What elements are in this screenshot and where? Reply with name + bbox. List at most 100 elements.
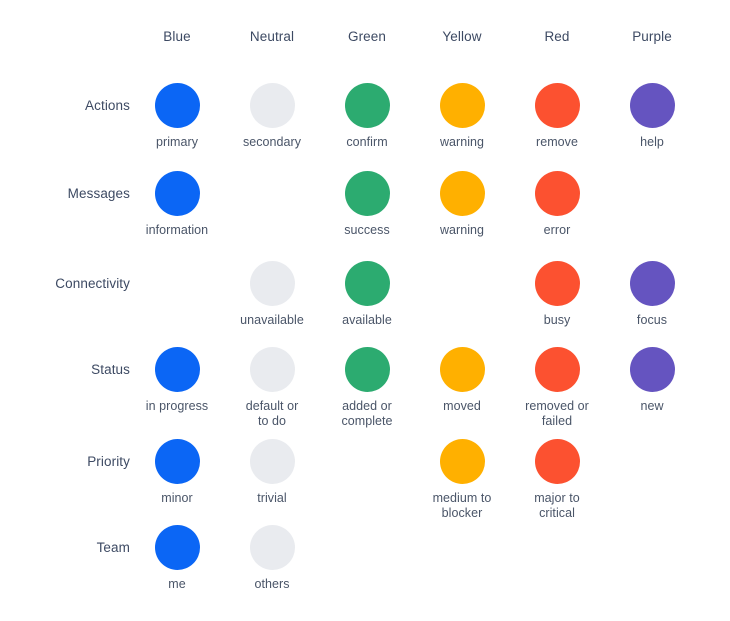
swatch-caption: default or to do — [245, 399, 299, 428]
swatch-wrapper — [130, 439, 225, 484]
column-header-yellow: Yellow — [442, 29, 482, 44]
color-swatch-yellow-circle-icon[interactable] — [439, 439, 485, 484]
cell-priority-red[interactable]: major to critical — [510, 439, 605, 521]
cell-connectivity-red[interactable]: busy — [510, 261, 605, 328]
row-label-priority: Priority — [87, 454, 130, 469]
color-swatch-red-circle-icon[interactable] — [534, 439, 580, 484]
cell-team-neutral[interactable]: others — [225, 525, 320, 592]
cell-status-green[interactable]: added or complete — [320, 347, 415, 429]
cell-status-purple[interactable]: new — [605, 347, 700, 414]
swatch-caption: medium to blocker — [432, 491, 492, 520]
cell-priority-yellow[interactable]: medium to blocker — [415, 439, 510, 521]
column-header-purple: Purple — [632, 29, 672, 44]
cell-messages-neutral — [225, 171, 320, 223]
swatch-wrapper — [605, 347, 700, 392]
color-swatch-yellow-circle-icon[interactable] — [439, 171, 485, 216]
cell-actions-purple[interactable]: help — [605, 83, 700, 150]
row-label-messages: Messages — [67, 186, 130, 201]
cell-actions-yellow[interactable]: warning — [415, 83, 510, 150]
swatch-caption: moved — [443, 399, 481, 413]
swatch-wrapper — [320, 83, 415, 128]
swatch-wrapper — [415, 439, 510, 484]
cell-priority-purple — [605, 439, 700, 491]
swatch-caption: minor — [161, 491, 193, 505]
color-swatch-neutral-circle-icon[interactable] — [249, 83, 295, 128]
swatch-caption: major to critical — [534, 491, 580, 520]
cell-status-red[interactable]: removed or failed — [510, 347, 605, 429]
cell-team-blue[interactable]: me — [130, 525, 225, 592]
cell-connectivity-neutral[interactable]: unavailable — [225, 261, 320, 328]
swatch-caption: confirm — [346, 135, 388, 149]
cell-priority-blue[interactable]: minor — [130, 439, 225, 506]
swatch-caption: information — [145, 223, 209, 237]
cell-messages-yellow[interactable]: warning — [415, 171, 510, 238]
swatch-caption: in progress — [145, 399, 209, 413]
cell-status-neutral[interactable]: default or to do — [225, 347, 320, 429]
color-swatch-purple-circle-icon[interactable] — [629, 83, 675, 128]
column-header-neutral: Neutral — [249, 29, 295, 44]
cell-actions-green[interactable]: confirm — [320, 83, 415, 150]
cell-connectivity-green[interactable]: available — [320, 261, 415, 328]
swatch-caption: busy — [543, 313, 571, 327]
swatch-caption: primary — [155, 135, 199, 149]
color-swatch-yellow-circle-icon[interactable] — [439, 347, 485, 392]
color-swatch-blue-circle-icon[interactable] — [154, 171, 200, 216]
color-swatch-neutral-circle-icon[interactable] — [249, 347, 295, 392]
swatch-wrapper — [225, 525, 320, 570]
swatch-caption: success — [344, 223, 390, 237]
color-swatch-green-circle-icon[interactable] — [344, 347, 390, 392]
swatch-caption: warning — [439, 223, 485, 237]
swatch-wrapper — [130, 525, 225, 570]
color-swatch-red-circle-icon[interactable] — [534, 83, 580, 128]
cell-actions-blue[interactable]: primary — [130, 83, 225, 150]
color-swatch-neutral-circle-icon[interactable] — [249, 261, 295, 306]
cell-connectivity-purple[interactable]: focus — [605, 261, 700, 328]
swatch-wrapper — [225, 347, 320, 392]
cell-messages-red[interactable]: error — [510, 171, 605, 238]
color-swatch-yellow-circle-icon[interactable] — [439, 83, 485, 128]
color-swatch-purple-circle-icon[interactable] — [629, 261, 675, 306]
color-swatch-neutral-circle-icon[interactable] — [249, 525, 295, 570]
swatch-caption: me — [168, 577, 186, 591]
swatch-wrapper — [130, 347, 225, 392]
swatch-wrapper — [130, 171, 225, 216]
swatch-wrapper — [510, 83, 605, 128]
cell-status-yellow[interactable]: moved — [415, 347, 510, 414]
swatch-caption: remove — [536, 135, 578, 149]
swatch-wrapper — [320, 171, 415, 216]
color-swatch-purple-circle-icon[interactable] — [629, 347, 675, 392]
swatch-wrapper — [225, 439, 320, 484]
swatch-caption: available — [342, 313, 392, 327]
swatch-caption: focus — [636, 313, 668, 327]
cell-team-purple — [605, 525, 700, 577]
swatch-caption: others — [254, 577, 290, 591]
cell-actions-red[interactable]: remove — [510, 83, 605, 150]
color-swatch-blue-circle-icon[interactable] — [154, 525, 200, 570]
color-swatch-green-circle-icon[interactable] — [344, 261, 390, 306]
color-swatch-green-circle-icon[interactable] — [344, 83, 390, 128]
swatch-caption: trivial — [257, 491, 287, 505]
cell-priority-neutral[interactable]: trivial — [225, 439, 320, 506]
color-swatch-red-circle-icon[interactable] — [534, 261, 580, 306]
cell-actions-neutral[interactable]: secondary — [225, 83, 320, 150]
color-swatch-neutral-circle-icon[interactable] — [249, 439, 295, 484]
color-swatch-red-circle-icon[interactable] — [534, 171, 580, 216]
cell-team-green — [320, 525, 415, 577]
color-swatch-green-circle-icon[interactable] — [344, 171, 390, 216]
column-header-red: Red — [544, 29, 570, 44]
color-swatch-red-circle-icon[interactable] — [534, 347, 580, 392]
cell-team-red — [510, 525, 605, 577]
color-swatch-blue-circle-icon[interactable] — [154, 83, 200, 128]
cell-status-blue[interactable]: in progress — [130, 347, 225, 414]
swatch-caption: new — [640, 399, 664, 413]
swatch-wrapper — [320, 347, 415, 392]
color-swatch-blue-circle-icon[interactable] — [154, 439, 200, 484]
swatch-caption: warning — [439, 135, 485, 149]
color-swatch-blue-circle-icon[interactable] — [154, 347, 200, 392]
swatch-wrapper — [225, 261, 320, 306]
swatch-caption: removed or failed — [525, 399, 589, 428]
swatch-caption: added or complete — [341, 399, 393, 428]
cell-messages-green[interactable]: success — [320, 171, 415, 238]
cell-messages-blue[interactable]: information — [130, 171, 225, 238]
swatch-wrapper — [510, 347, 605, 392]
